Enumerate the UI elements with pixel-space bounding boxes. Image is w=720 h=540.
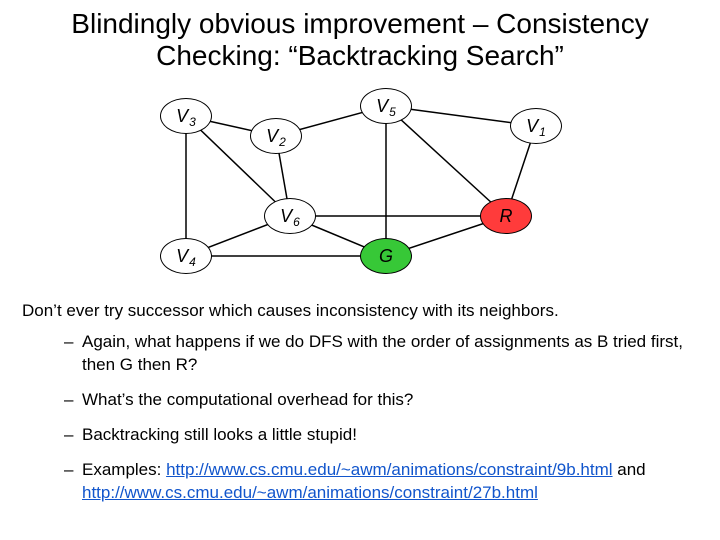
node-label: V1 (526, 116, 546, 137)
node-label: G (379, 246, 393, 267)
bullet-mid: and (613, 460, 646, 479)
example-link-1[interactable]: http://www.cs.cmu.edu/~awm/animations/co… (166, 460, 612, 479)
bullet-text: Backtracking still looks a little stupid… (82, 425, 357, 444)
graph-diagram: V3 V2 V5 V1 V6 R V4 G (90, 78, 630, 288)
node-label: V3 (176, 106, 196, 127)
bullet-item: Backtracking still looks a little stupid… (64, 424, 698, 447)
example-link-2[interactable]: http://www.cs.cmu.edu/~awm/animations/co… (82, 483, 538, 502)
node-label: V6 (280, 206, 300, 227)
bullet-list: Again, what happens if we do DFS with th… (22, 331, 698, 505)
bullet-item: What’s the computational overhead for th… (64, 389, 698, 412)
node-label: R (500, 206, 513, 227)
node-label: V5 (376, 96, 396, 117)
slide-title: Blindingly obvious improvement – Consist… (10, 0, 710, 76)
bullet-text: Again, what happens if we do DFS with th… (82, 332, 683, 374)
node-label: V4 (176, 246, 196, 267)
bullet-item: Examples: http://www.cs.cmu.edu/~awm/ani… (64, 459, 698, 505)
bullet-text: What’s the computational overhead for th… (82, 390, 413, 409)
bullet-item: Again, what happens if we do DFS with th… (64, 331, 698, 377)
body-text: Don’t ever try successor which causes in… (10, 294, 710, 505)
intro-text: Don’t ever try successor which causes in… (22, 300, 698, 323)
node-label: V2 (266, 126, 286, 147)
bullet-prefix: Examples: (82, 460, 166, 479)
